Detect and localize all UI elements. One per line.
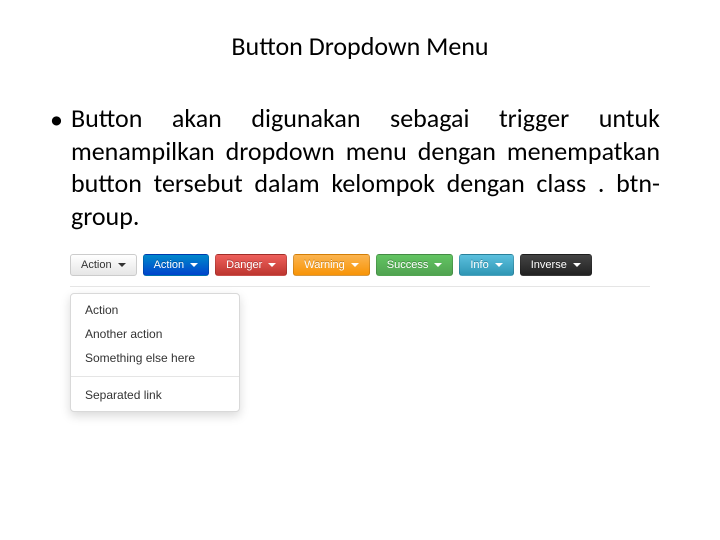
example-area: Action Action Danger Warning Success Inf… xyxy=(70,250,650,412)
caret-down-icon xyxy=(434,263,442,267)
dropdown-button-primary[interactable]: Action xyxy=(143,254,210,276)
dropdown-button-warning[interactable]: Warning xyxy=(293,254,370,276)
dropdown-item[interactable]: Action xyxy=(71,298,239,322)
dropdown-button-danger[interactable]: Danger xyxy=(215,254,287,276)
button-label: Info xyxy=(470,259,488,271)
button-label: Danger xyxy=(226,259,262,271)
dropdown-item[interactable]: Separated link xyxy=(71,383,239,407)
dropdown-menu: Action Another action Something else her… xyxy=(70,293,240,412)
dropdown-divider xyxy=(71,376,239,377)
caret-down-icon xyxy=(190,263,198,267)
dropdown-button-success[interactable]: Success xyxy=(376,254,454,276)
button-label: Action xyxy=(154,259,185,271)
dropdown-button-default[interactable]: Action xyxy=(70,254,137,276)
button-label: Action xyxy=(81,259,112,271)
caret-down-icon xyxy=(495,263,503,267)
slide-title: Button Dropdown Menu xyxy=(40,30,680,62)
dropdown-button-info[interactable]: Info xyxy=(459,254,513,276)
dropdown-item[interactable]: Another action xyxy=(71,322,239,346)
caret-down-icon xyxy=(351,263,359,267)
button-row: Action Action Danger Warning Success Inf… xyxy=(70,250,650,287)
bullet-item: • Button akan digunakan sebagai trigger … xyxy=(40,102,680,232)
dropdown-button-inverse[interactable]: Inverse xyxy=(520,254,592,276)
caret-down-icon xyxy=(573,263,581,267)
caret-down-icon xyxy=(118,263,126,267)
button-label: Inverse xyxy=(531,259,567,271)
caret-down-icon xyxy=(268,263,276,267)
bullet-text: Button akan digunakan sebagai trigger un… xyxy=(71,102,660,232)
button-label: Warning xyxy=(304,259,345,271)
button-label: Success xyxy=(387,259,429,271)
dropdown-item[interactable]: Something else here xyxy=(71,346,239,370)
bullet-marker: • xyxy=(50,102,63,135)
